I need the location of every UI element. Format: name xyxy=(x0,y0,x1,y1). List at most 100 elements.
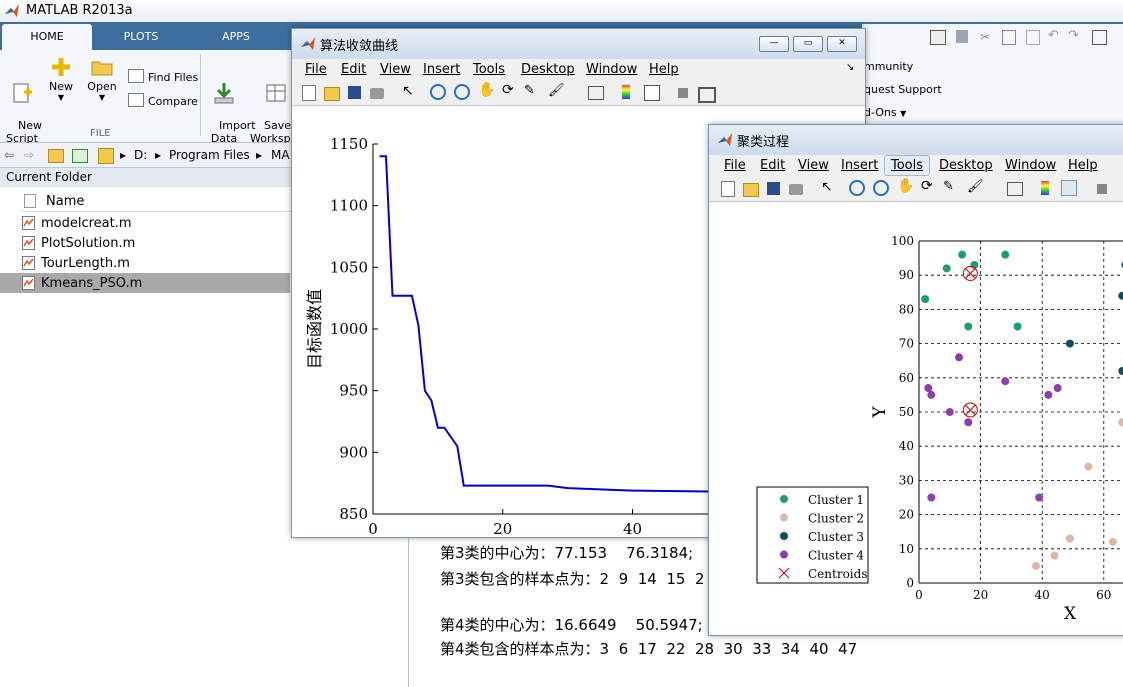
menu-window[interactable]: Window xyxy=(1005,158,1056,173)
new-figure-icon[interactable] xyxy=(302,85,316,101)
menu-view[interactable]: View xyxy=(798,158,829,173)
menu-edit[interactable]: Edit xyxy=(760,158,785,173)
hide-plot-tools-icon[interactable] xyxy=(678,88,688,98)
new-figure-icon[interactable] xyxy=(721,181,735,197)
legend-icon[interactable] xyxy=(1061,180,1077,196)
menu-help[interactable]: Help xyxy=(649,62,679,77)
close-button[interactable]: ✕ xyxy=(827,36,857,52)
rotate-3d-icon[interactable]: ⟳ xyxy=(921,178,937,194)
pan-hand-icon[interactable]: ✋ xyxy=(897,178,914,194)
menu-file[interactable]: File xyxy=(305,62,327,77)
add-ons-button[interactable]: d-Ons ▼ xyxy=(864,106,906,119)
path-part-program-files[interactable]: Program Files xyxy=(169,148,250,162)
hide-plot-tools-icon[interactable] xyxy=(1097,184,1107,194)
menu-edit[interactable]: Edit xyxy=(341,62,366,77)
zoom-out-icon[interactable] xyxy=(454,84,470,100)
colorbar-icon[interactable] xyxy=(622,85,630,99)
command-output-line: 第3类的中心为：77.153 76.3184; xyxy=(440,544,694,562)
y-tick-label: 1050 xyxy=(330,258,368,276)
maximize-button[interactable]: ▭ xyxy=(793,36,823,52)
save-icon[interactable] xyxy=(956,30,968,43)
switch-windows-icon[interactable] xyxy=(1092,30,1107,45)
paste-icon[interactable] xyxy=(1026,30,1040,45)
colorbar-icon[interactable] xyxy=(1041,181,1049,195)
y-tick-label: 70 xyxy=(899,337,914,351)
data-point xyxy=(1001,250,1010,259)
file-row[interactable]: PlotSolution.m xyxy=(0,233,290,253)
menu-view[interactable]: View xyxy=(380,62,411,77)
print-icon[interactable] xyxy=(789,184,803,195)
cut-icon[interactable]: ✂ xyxy=(980,30,990,44)
menu-file[interactable]: File xyxy=(724,158,746,173)
file-row-selected[interactable]: Kmeans_PSO.m xyxy=(0,273,290,293)
workspace-icon xyxy=(266,84,286,102)
find-files-button[interactable]: Find Files xyxy=(128,69,198,84)
request-support-link[interactable]: quest Support xyxy=(864,83,942,96)
file-row[interactable]: modelcreat.m xyxy=(0,213,290,233)
community-link[interactable]: mmunity xyxy=(864,60,913,73)
up-folder-icon[interactable] xyxy=(48,149,64,163)
copy-icon[interactable] xyxy=(1002,30,1016,45)
open-file-icon[interactable] xyxy=(743,183,759,197)
legend-marker xyxy=(780,513,788,522)
pointer-icon[interactable]: ↖ xyxy=(821,179,837,195)
open-file-icon[interactable] xyxy=(324,87,340,101)
menu-tools[interactable]: Tools xyxy=(473,62,505,77)
print-icon[interactable] xyxy=(370,88,384,99)
dock-arrow-icon[interactable]: ↘ xyxy=(846,62,854,73)
data-cursor-icon[interactable]: ✎ xyxy=(943,179,959,195)
save-figure-icon[interactable] xyxy=(348,86,361,99)
y-tick-label: 900 xyxy=(339,443,368,461)
link-plot-icon[interactable] xyxy=(1007,182,1023,196)
figure1-titlebar: 算法收敛曲线 — ▭ ✕ xyxy=(292,29,865,59)
brush-icon[interactable]: 🖌 xyxy=(967,179,984,195)
menu-desktop[interactable]: Desktop xyxy=(521,62,575,77)
minimize-button[interactable]: — xyxy=(759,36,789,52)
save-figure-icon[interactable] xyxy=(767,182,780,195)
m-file-icon xyxy=(22,276,35,290)
menu-help[interactable]: Help xyxy=(1068,158,1098,173)
link-plot-icon[interactable] xyxy=(588,86,604,100)
tab-apps[interactable]: APPS xyxy=(190,24,282,50)
browse-icon[interactable] xyxy=(72,149,88,163)
zoom-in-icon[interactable] xyxy=(849,180,865,196)
data-point xyxy=(955,353,964,362)
tab-plots[interactable]: PLOTS xyxy=(95,24,187,50)
new-button[interactable]: New ▼ xyxy=(46,56,76,102)
menu-window[interactable]: Window xyxy=(586,62,637,77)
path-part-drive[interactable]: D: xyxy=(134,148,147,162)
file-row[interactable]: TourLength.m xyxy=(0,253,290,273)
zoom-out-icon[interactable] xyxy=(873,180,889,196)
show-plot-tools-icon[interactable] xyxy=(698,87,716,103)
pan-hand-icon[interactable]: ✋ xyxy=(478,82,495,98)
rotate-3d-icon[interactable]: ⟳ xyxy=(502,82,518,98)
open-button[interactable]: Open ▼ xyxy=(86,56,118,102)
data-cursor-icon[interactable]: ✎ xyxy=(524,83,540,99)
path-part-matlab[interactable]: MA xyxy=(271,148,290,162)
ribbon-divider xyxy=(200,54,201,136)
address-bar: ⇦ ⇨ ▸ D: ▸ Program Files ▸ MA xyxy=(0,143,300,168)
quick-access-toolbar: ✂ ↶ ↷ xyxy=(862,24,1123,50)
menu-tools[interactable]: Tools xyxy=(884,155,931,176)
data-point xyxy=(1118,366,1123,375)
menu-desktop[interactable]: Desktop xyxy=(939,158,993,173)
legend-icon[interactable] xyxy=(644,85,660,101)
data-point xyxy=(927,493,936,502)
tab-home[interactable]: HOME xyxy=(2,24,92,50)
menu-insert[interactable]: Insert xyxy=(423,62,460,77)
command-output-line: 第4类包含的样本点为：3 6 17 22 28 30 33 34 40 47 xyxy=(440,640,858,658)
zoom-in-icon[interactable] xyxy=(430,84,446,100)
undo-icon[interactable]: ↶ xyxy=(1048,28,1059,43)
compare-button[interactable]: Compare xyxy=(128,93,198,108)
name-column-header[interactable]: Name xyxy=(20,191,300,212)
back-icon[interactable]: ⇦ xyxy=(4,148,14,162)
layout-icon[interactable] xyxy=(930,30,946,45)
forward-icon[interactable]: ⇨ xyxy=(24,148,34,162)
new-script-icon xyxy=(13,83,32,103)
redo-icon[interactable]: ↷ xyxy=(1068,28,1079,43)
menu-insert[interactable]: Insert xyxy=(841,158,878,173)
legend-label: Cluster 1 xyxy=(808,493,864,507)
pointer-icon[interactable]: ↖ xyxy=(402,83,418,99)
brush-icon[interactable]: 🖌 xyxy=(548,83,565,99)
y-tick-label: 10 xyxy=(899,542,914,556)
